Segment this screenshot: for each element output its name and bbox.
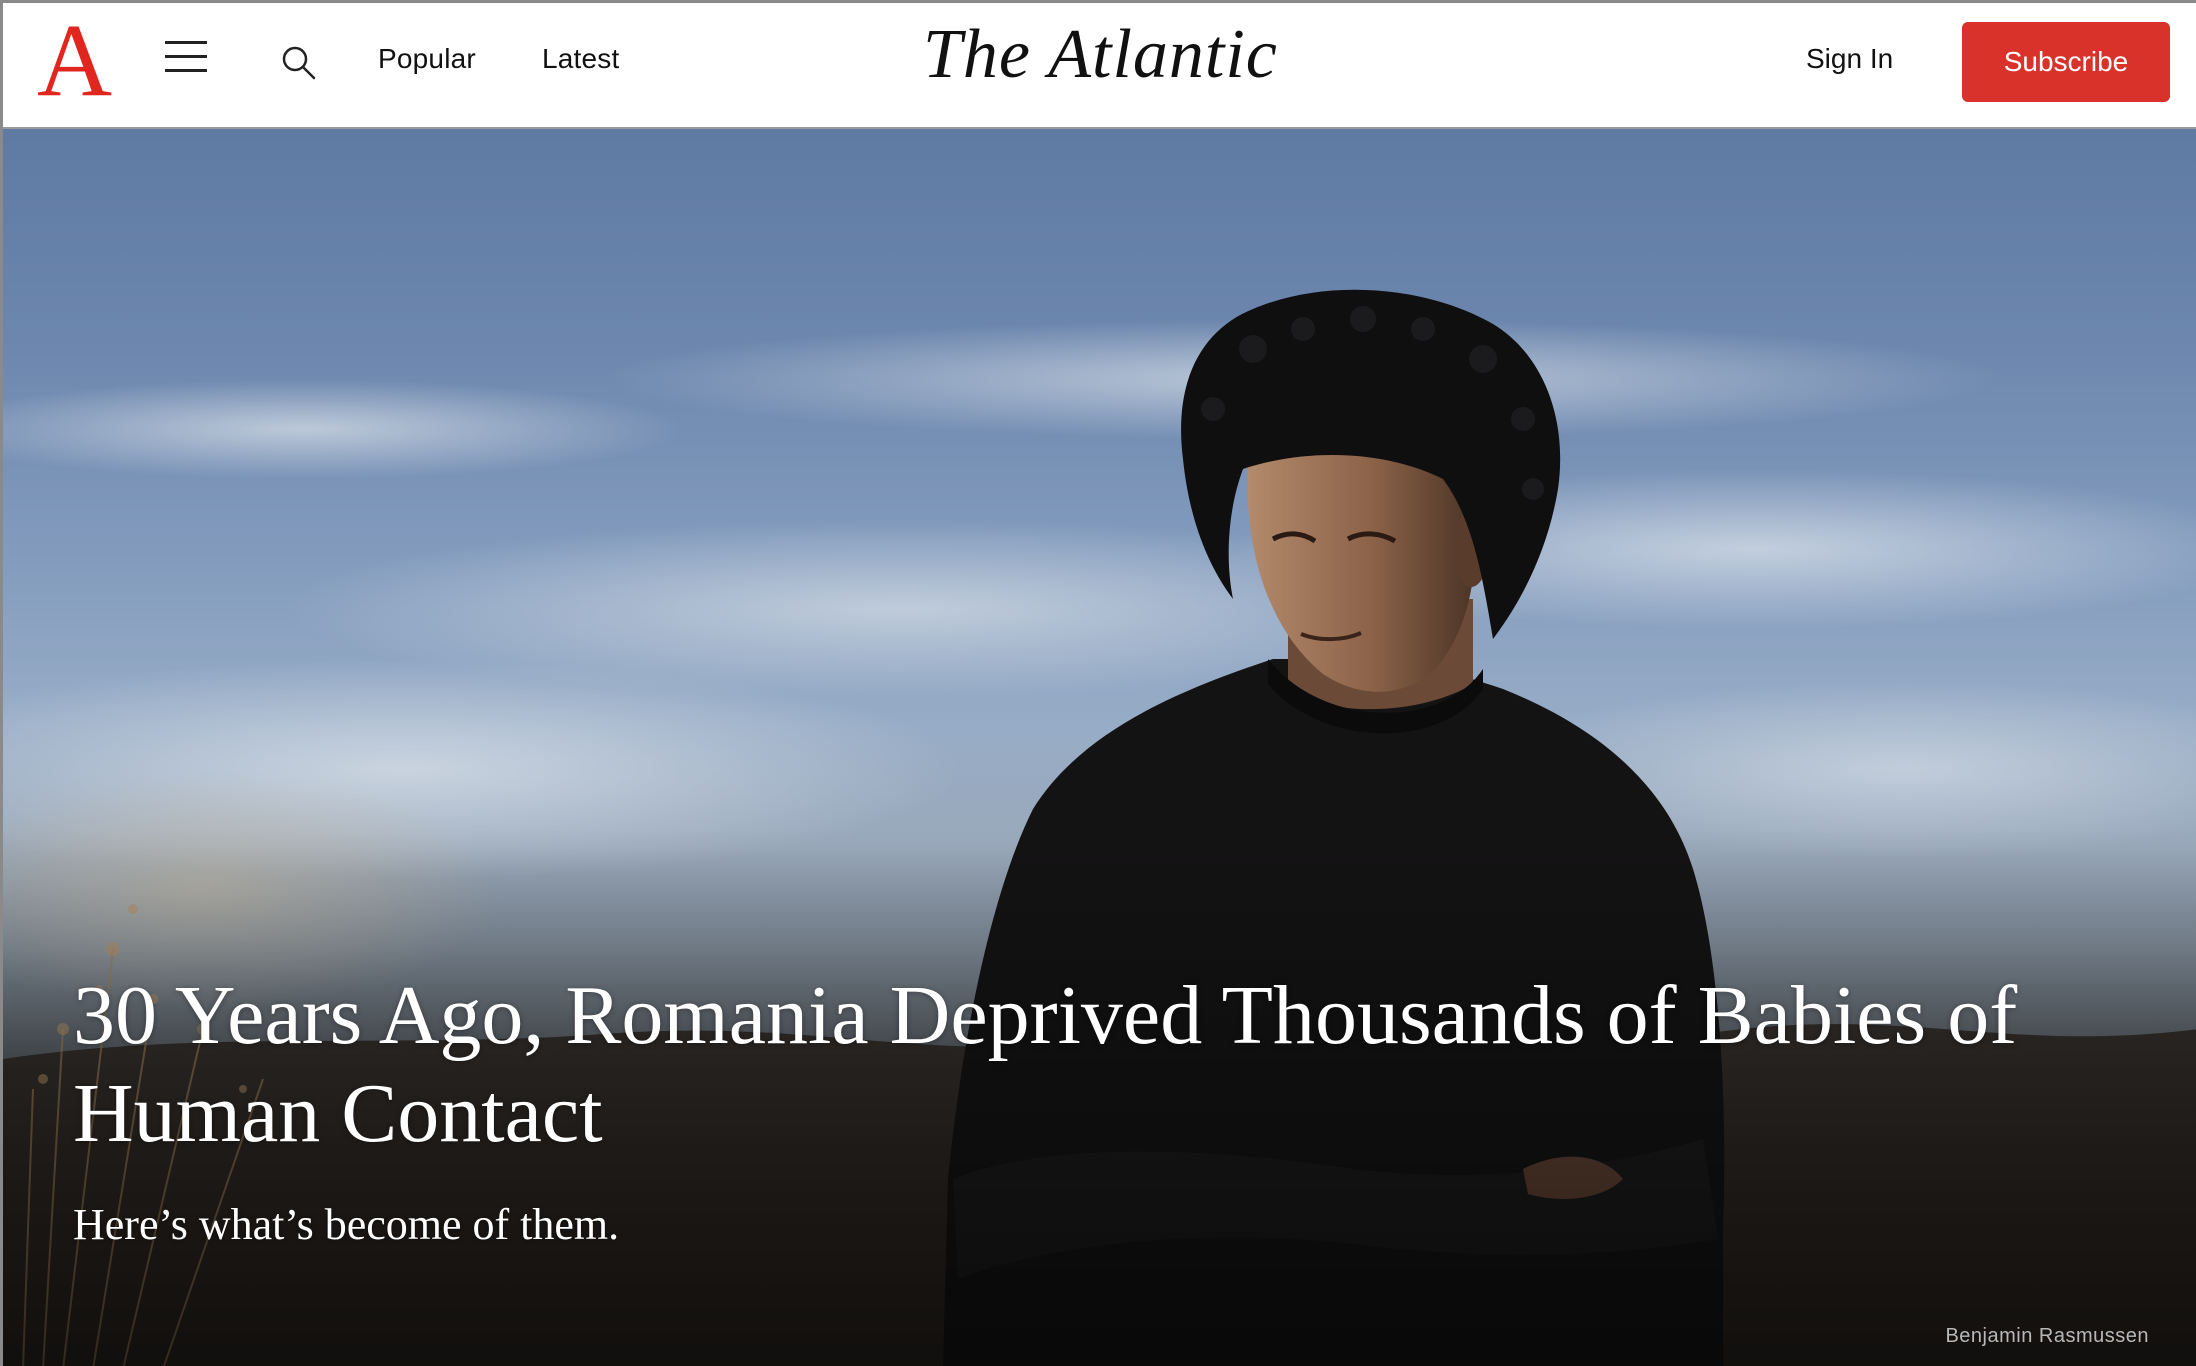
article-dek: Here’s what’s become of them. (73, 1200, 620, 1249)
atlantic-logo[interactable]: A (37, 9, 112, 113)
site-header: A Popular Latest The Atlantic Sign In Su… (3, 3, 2196, 129)
search-icon[interactable] (279, 43, 319, 83)
photo-credit: Benjamin Rasmussen (1945, 1325, 2149, 1347)
sign-in-link[interactable]: Sign In (1806, 43, 1893, 75)
hero-photo (3, 289, 2196, 1366)
browser-viewport: A Popular Latest The Atlantic Sign In Su… (0, 0, 2196, 1366)
nav-latest-link[interactable]: Latest (542, 43, 619, 75)
subscribe-button[interactable]: Subscribe (1962, 22, 2170, 102)
article-headline[interactable]: 30 Years Ago, Romania Deprived Thousands… (73, 967, 2103, 1163)
masthead-wordmark[interactable]: The Atlantic (923, 15, 1278, 95)
nav-popular-link[interactable]: Popular (378, 43, 476, 75)
hamburger-menu-icon[interactable] (165, 41, 207, 73)
hero-section[interactable]: 30 Years Ago, Romania Deprived Thousands… (3, 129, 2196, 1366)
